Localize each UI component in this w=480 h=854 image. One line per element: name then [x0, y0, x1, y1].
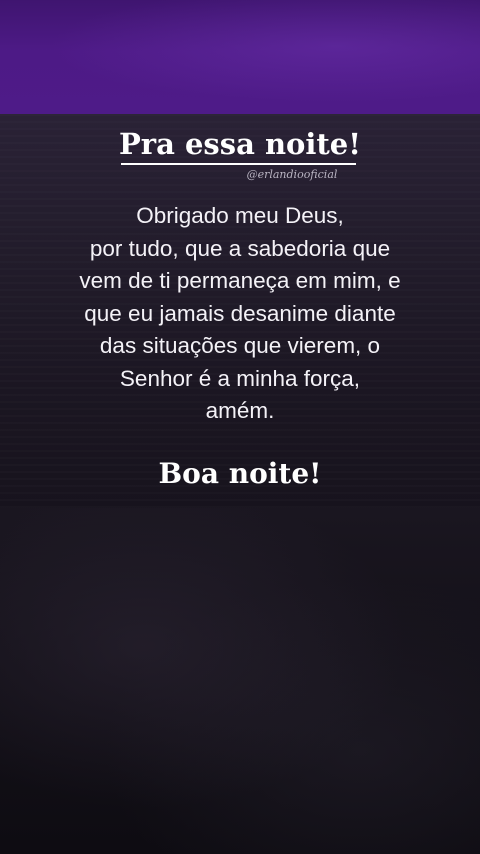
message-line: por tudo, que a sabedoria que [89, 235, 391, 261]
title-underline [121, 163, 356, 165]
post-image: Pra essa noite! @erlandiooficial Obrigad… [0, 0, 480, 854]
purple-sky-background [0, 0, 480, 114]
message-line: amém. [205, 398, 275, 423]
author-handle-text: @erlandiooficial [246, 168, 338, 181]
message-line: vem de ti permaneça em mim, e [79, 268, 401, 293]
post-title: Pra essa noite! [119, 127, 361, 161]
message-line: que eu jamais desanime diante [84, 300, 396, 326]
closing-greeting: Boa noite! [158, 457, 322, 490]
message-line: Senhor é a minha força, [119, 365, 361, 391]
message-line: das situações que vierem, o [99, 333, 381, 358]
message-line: Obrigado meu Deus, [136, 203, 344, 228]
dark-ground-background [0, 508, 480, 854]
author-handle: @erlandiooficial [0, 167, 480, 183]
prayer-message: Obrigado meu Deus, por tudo, que a sabed… [40, 200, 440, 428]
